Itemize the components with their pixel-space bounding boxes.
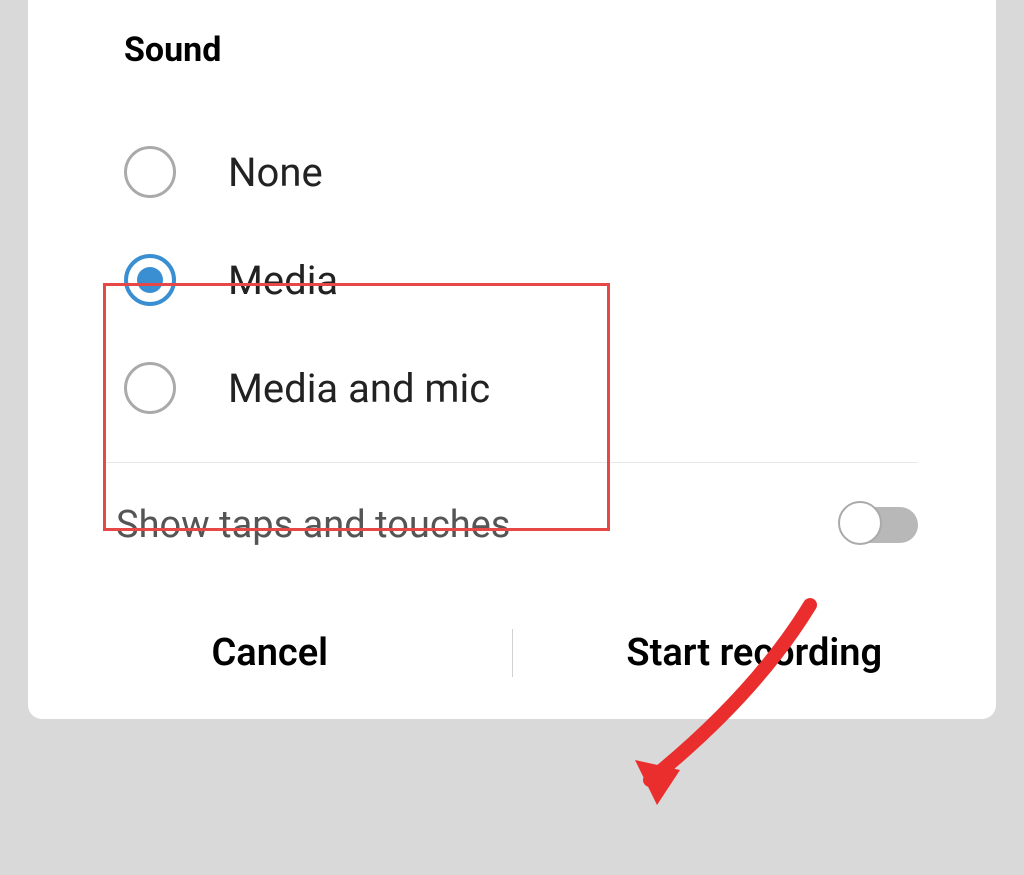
radio-inner-dot	[137, 267, 163, 293]
radio-label: None	[228, 149, 323, 196]
radio-label: Media and mic	[228, 365, 490, 412]
radio-icon	[124, 362, 176, 414]
radio-label: Media	[228, 257, 338, 304]
radio-option-media-and-mic[interactable]: Media and mic	[28, 334, 996, 442]
sound-radio-group: None Media Media and mic	[28, 118, 996, 442]
toggle-thumb	[838, 501, 882, 545]
cancel-button[interactable]: Cancel	[28, 621, 512, 685]
radio-option-none[interactable]: None	[28, 118, 996, 226]
radio-option-media[interactable]: Media	[28, 226, 996, 334]
toggle-switch[interactable]	[842, 507, 918, 543]
start-recording-button[interactable]: Start recording	[513, 621, 997, 685]
show-taps-toggle-row[interactable]: Show taps and touches	[28, 463, 996, 587]
radio-icon	[124, 146, 176, 198]
screen-recorder-dialog: Sound None Media Media and mic Show taps…	[28, 0, 996, 719]
toggle-label: Show taps and touches	[116, 503, 510, 547]
radio-icon-selected	[124, 254, 176, 306]
dialog-button-row: Cancel Start recording	[28, 587, 996, 719]
sound-section-title: Sound	[124, 30, 996, 70]
